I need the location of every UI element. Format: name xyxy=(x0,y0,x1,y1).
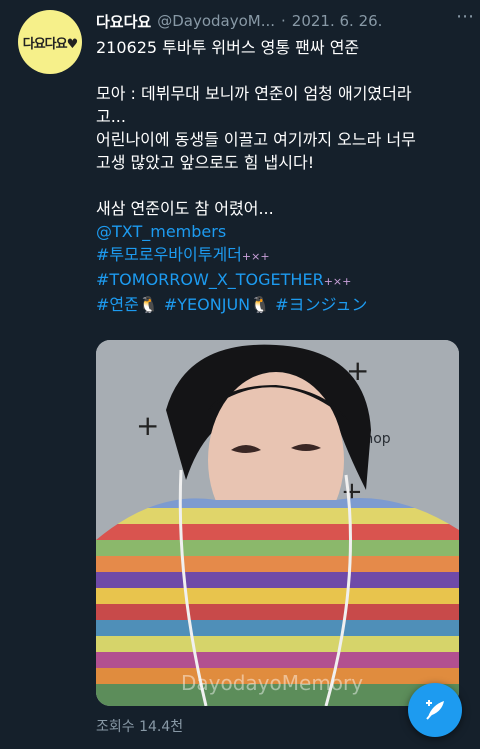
separator-dot: · xyxy=(281,12,286,30)
avatar-text: 다요다요♥ xyxy=(22,36,78,52)
feather-plus-icon xyxy=(426,700,444,720)
tweet-line: 고생 많았고 앞으로도 힘 냅시다! xyxy=(96,153,315,172)
hashtag-link[interactable]: #ヨンジュン xyxy=(275,295,367,314)
tweet-line: 어린나이에 동생들 이끌고 여기까지 오느라 너무 xyxy=(96,130,416,149)
bear-emoji-icon: 🐧 xyxy=(250,295,271,314)
tweet-media-video[interactable]: e shop + + + xyxy=(96,340,459,706)
tweet-line: 모아 : 데뷔무대 보니까 연준이 엄청 애기였더라 xyxy=(96,84,412,103)
tweet-header: 다요다요 @DayodayoM... · 2021. 6. 26. xyxy=(96,10,470,32)
bear-emoji-icon: 🐧 xyxy=(138,295,159,314)
tweet-line: 210625 투바투 위버스 영통 팬싸 연준 xyxy=(96,38,360,57)
mention-link[interactable]: @TXT_members xyxy=(96,222,226,241)
hashtag-link[interactable]: #YEONJUN xyxy=(164,295,250,314)
tweet-date[interactable]: 2021. 6. 26. xyxy=(292,12,383,30)
hashtag-link[interactable]: #투모로우바이투게더 xyxy=(96,245,242,264)
user-handle[interactable]: @DayodayoM... xyxy=(157,12,275,30)
view-count: 조회수 14.4천 xyxy=(96,719,184,735)
watermark-text: DayodayoMemory xyxy=(181,671,363,695)
sparkle-emoji-icon: +×+ xyxy=(323,275,352,288)
display-name[interactable]: 다요다요 xyxy=(96,11,151,32)
more-icon[interactable]: ⋯ xyxy=(456,6,474,27)
tweet-line: 고... xyxy=(96,107,126,126)
avatar[interactable]: 다요다요♥ xyxy=(18,10,82,74)
sparkle-emoji-icon: +×+ xyxy=(241,250,270,263)
tweet-line: 새삼 연준이도 참 어렸어... xyxy=(96,199,274,218)
plus-logo-icon: + xyxy=(136,409,159,442)
media-thumbnail: e shop + + + xyxy=(96,340,459,706)
compose-tweet-button[interactable] xyxy=(408,683,462,737)
hashtag-link[interactable]: #연준 xyxy=(96,295,139,314)
tweet-text: 210625 투바투 위버스 영통 팬싸 연준 모아 : 데뷔무대 보니까 연준… xyxy=(96,36,466,316)
hashtag-link[interactable]: #TOMORROW_X_TOGETHER xyxy=(96,270,324,289)
